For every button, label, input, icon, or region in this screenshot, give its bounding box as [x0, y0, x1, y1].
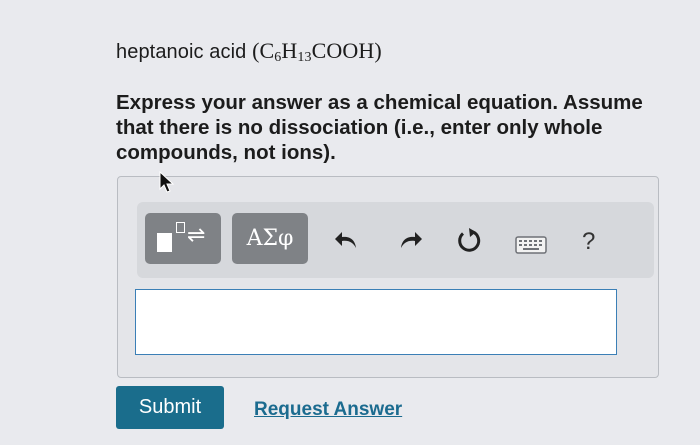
help-button[interactable]: ?: [582, 228, 595, 256]
mouse-cursor-icon: [159, 170, 175, 193]
undo-icon[interactable]: [334, 228, 360, 252]
compound-formula: (C6H13COOH): [252, 38, 382, 65]
compound-name: heptanoic acid: [116, 41, 247, 63]
redo-icon[interactable]: [397, 228, 423, 252]
instructions: Express your answer as a chemical equati…: [116, 91, 643, 164]
reset-icon[interactable]: [455, 227, 483, 255]
keyboard-icon[interactable]: [515, 236, 547, 254]
request-answer-link[interactable]: Request Answer: [254, 399, 402, 421]
answer-input[interactable]: [135, 289, 617, 355]
question-text: heptanoic acid (C6H13COOH): [116, 38, 382, 66]
templates-button[interactable]: ⇌: [145, 213, 221, 264]
greek-symbols-button[interactable]: ΑΣφ: [232, 213, 308, 264]
submit-button[interactable]: Submit: [116, 386, 224, 429]
